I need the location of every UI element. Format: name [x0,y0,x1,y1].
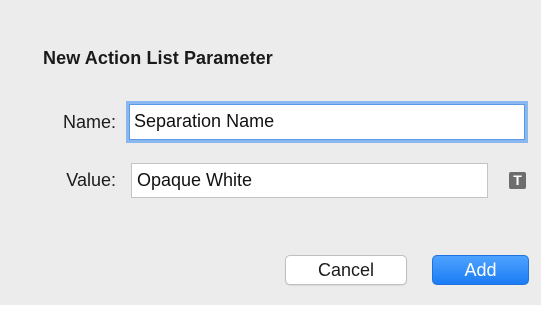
dialog-title: New Action List Parameter [43,48,273,68]
dialog-sheet: New Action List Parameter Name: Separati… [0,0,541,305]
value-label: Value: [66,170,116,190]
cancel-button[interactable]: Cancel [285,255,407,285]
add-button[interactable]: Add [432,255,529,285]
value-field[interactable]: Opaque White [131,163,488,198]
text-type-icon[interactable]: T [509,172,526,189]
name-field[interactable]: Separation Name [126,101,528,143]
new-action-list-parameter-dialog: New Action List Parameter Name: Separati… [0,0,558,314]
name-label: Name: [62,112,116,132]
